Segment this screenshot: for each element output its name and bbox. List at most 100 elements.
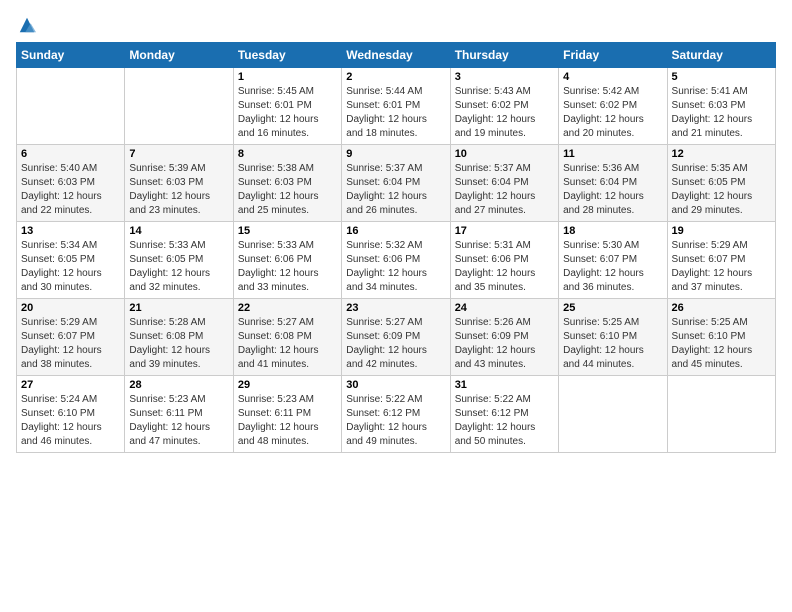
day-number: 26 bbox=[672, 302, 771, 314]
day-number: 19 bbox=[672, 225, 771, 237]
calendar-week-row: 20Sunrise: 5:29 AMSunset: 6:07 PMDayligh… bbox=[17, 299, 776, 376]
day-info: Sunrise: 5:28 AMSunset: 6:08 PMDaylight:… bbox=[129, 316, 228, 372]
day-number: 18 bbox=[563, 225, 662, 237]
calendar-cell: 3 Sunrise: 5:43 AMSunset: 6:02 PMDaylight… bbox=[450, 68, 558, 145]
day-info: Sunrise: 5:44 AMSunset: 6:01 PMDaylight:… bbox=[346, 85, 445, 141]
day-info: Sunrise: 5:42 AMSunset: 6:02 PMDaylight:… bbox=[563, 85, 662, 141]
day-info: Sunrise: 5:23 AMSunset: 6:11 PMDaylight:… bbox=[238, 393, 337, 449]
day-info: Sunrise: 5:30 AMSunset: 6:07 PMDaylight:… bbox=[563, 239, 662, 295]
day-number: 29 bbox=[238, 379, 337, 391]
day-number: 8 bbox=[238, 148, 337, 160]
logo-icon bbox=[18, 16, 36, 34]
day-number: 1 bbox=[238, 71, 337, 83]
calendar-cell: 14Sunrise: 5:33 AMSunset: 6:05 PMDayligh… bbox=[125, 222, 233, 299]
day-info: Sunrise: 5:35 AMSunset: 6:05 PMDaylight:… bbox=[672, 162, 771, 218]
calendar-day-header: Wednesday bbox=[342, 43, 450, 68]
calendar-cell: 29 Sunrise: 5:23 AMSunset: 6:11 PMDayligh… bbox=[233, 376, 341, 453]
page-header bbox=[16, 16, 776, 30]
day-number: 21 bbox=[129, 302, 228, 314]
day-info: Sunrise: 5:36 AMSunset: 6:04 PMDaylight:… bbox=[563, 162, 662, 218]
calendar-cell: 19Sunrise: 5:29 AMSunset: 6:07 PMDayligh… bbox=[667, 222, 775, 299]
day-info: Sunrise: 5:43 AMSunset: 6:02 PMDaylight:… bbox=[455, 85, 554, 141]
calendar-cell: 13 Sunrise: 5:34 AMSunset: 6:05 PMDayligh… bbox=[17, 222, 125, 299]
calendar-cell: 10Sunrise: 5:37 AMSunset: 6:04 PMDayligh… bbox=[450, 145, 558, 222]
day-number: 16 bbox=[346, 225, 445, 237]
day-number: 22 bbox=[238, 302, 337, 314]
calendar-cell: 22 Sunrise: 5:27 AMSunset: 6:08 PMDayligh… bbox=[233, 299, 341, 376]
calendar-day-header: Sunday bbox=[17, 43, 125, 68]
day-number: 31 bbox=[455, 379, 554, 391]
day-info: Sunrise: 5:39 AMSunset: 6:03 PMDaylight:… bbox=[129, 162, 228, 218]
calendar-cell: 25 Sunrise: 5:25 AMSunset: 6:10 PMDayligh… bbox=[559, 299, 667, 376]
day-info: Sunrise: 5:41 AMSunset: 6:03 PMDaylight:… bbox=[672, 85, 771, 141]
calendar-cell: 31 Sunrise: 5:22 AMSunset: 6:12 PMDayligh… bbox=[450, 376, 558, 453]
calendar-week-row: 27 Sunrise: 5:24 AMSunset: 6:10 PMDayligh… bbox=[17, 376, 776, 453]
calendar-table: SundayMondayTuesdayWednesdayThursdayFrid… bbox=[16, 42, 776, 453]
calendar-cell: 15 Sunrise: 5:33 AMSunset: 6:06 PMDayligh… bbox=[233, 222, 341, 299]
calendar-cell: 20Sunrise: 5:29 AMSunset: 6:07 PMDayligh… bbox=[17, 299, 125, 376]
calendar-cell bbox=[559, 376, 667, 453]
day-number: 15 bbox=[238, 225, 337, 237]
calendar-cell: 12 Sunrise: 5:35 AMSunset: 6:05 PMDayligh… bbox=[667, 145, 775, 222]
day-number: 5 bbox=[672, 71, 771, 83]
day-info: Sunrise: 5:22 AMSunset: 6:12 PMDaylight:… bbox=[346, 393, 445, 449]
day-number: 12 bbox=[672, 148, 771, 160]
calendar-cell bbox=[667, 376, 775, 453]
day-info: Sunrise: 5:34 AMSunset: 6:05 PMDaylight:… bbox=[21, 239, 120, 295]
day-info: Sunrise: 5:26 AMSunset: 6:09 PMDaylight:… bbox=[455, 316, 554, 372]
day-number: 14 bbox=[129, 225, 228, 237]
day-info: Sunrise: 5:37 AMSunset: 6:04 PMDaylight:… bbox=[346, 162, 445, 218]
day-number: 30 bbox=[346, 379, 445, 391]
calendar-cell: 18 Sunrise: 5:30 AMSunset: 6:07 PMDayligh… bbox=[559, 222, 667, 299]
calendar-cell: 23Sunrise: 5:27 AMSunset: 6:09 PMDayligh… bbox=[342, 299, 450, 376]
calendar-cell: 26 Sunrise: 5:25 AMSunset: 6:10 PMDayligh… bbox=[667, 299, 775, 376]
calendar-cell: 1 Sunrise: 5:45 AMSunset: 6:01 PMDaylight… bbox=[233, 68, 341, 145]
day-number: 3 bbox=[455, 71, 554, 83]
calendar-cell: 6Sunrise: 5:40 AMSunset: 6:03 PMDaylight… bbox=[17, 145, 125, 222]
day-info: Sunrise: 5:38 AMSunset: 6:03 PMDaylight:… bbox=[238, 162, 337, 218]
calendar-cell bbox=[17, 68, 125, 145]
day-number: 9 bbox=[346, 148, 445, 160]
day-info: Sunrise: 5:45 AMSunset: 6:01 PMDaylight:… bbox=[238, 85, 337, 141]
calendar-cell: 11 Sunrise: 5:36 AMSunset: 6:04 PMDayligh… bbox=[559, 145, 667, 222]
calendar-cell: 27 Sunrise: 5:24 AMSunset: 6:10 PMDayligh… bbox=[17, 376, 125, 453]
day-number: 28 bbox=[129, 379, 228, 391]
day-number: 20 bbox=[21, 302, 120, 314]
day-info: Sunrise: 5:27 AMSunset: 6:08 PMDaylight:… bbox=[238, 316, 337, 372]
day-info: Sunrise: 5:33 AMSunset: 6:06 PMDaylight:… bbox=[238, 239, 337, 295]
calendar-body: 1 Sunrise: 5:45 AMSunset: 6:01 PMDaylight… bbox=[17, 68, 776, 453]
day-number: 25 bbox=[563, 302, 662, 314]
calendar-cell: 28 Sunrise: 5:23 AMSunset: 6:11 PMDayligh… bbox=[125, 376, 233, 453]
calendar-day-header: Thursday bbox=[450, 43, 558, 68]
calendar-day-header: Saturday bbox=[667, 43, 775, 68]
day-number: 2 bbox=[346, 71, 445, 83]
calendar-cell bbox=[125, 68, 233, 145]
calendar-cell: 30 Sunrise: 5:22 AMSunset: 6:12 PMDayligh… bbox=[342, 376, 450, 453]
day-number: 27 bbox=[21, 379, 120, 391]
calendar-cell: 24 Sunrise: 5:26 AMSunset: 6:09 PMDayligh… bbox=[450, 299, 558, 376]
calendar-cell: 9 Sunrise: 5:37 AMSunset: 6:04 PMDaylight… bbox=[342, 145, 450, 222]
day-number: 4 bbox=[563, 71, 662, 83]
calendar-week-row: 1 Sunrise: 5:45 AMSunset: 6:01 PMDaylight… bbox=[17, 68, 776, 145]
calendar-cell: 16Sunrise: 5:32 AMSunset: 6:06 PMDayligh… bbox=[342, 222, 450, 299]
day-info: Sunrise: 5:23 AMSunset: 6:11 PMDaylight:… bbox=[129, 393, 228, 449]
day-number: 17 bbox=[455, 225, 554, 237]
calendar-cell: 17Sunrise: 5:31 AMSunset: 6:06 PMDayligh… bbox=[450, 222, 558, 299]
calendar-cell: 4 Sunrise: 5:42 AMSunset: 6:02 PMDaylight… bbox=[559, 68, 667, 145]
day-info: Sunrise: 5:40 AMSunset: 6:03 PMDaylight:… bbox=[21, 162, 120, 218]
day-number: 24 bbox=[455, 302, 554, 314]
day-info: Sunrise: 5:25 AMSunset: 6:10 PMDaylight:… bbox=[563, 316, 662, 372]
calendar-cell: 7Sunrise: 5:39 AMSunset: 6:03 PMDaylight… bbox=[125, 145, 233, 222]
calendar-cell: 8 Sunrise: 5:38 AMSunset: 6:03 PMDaylight… bbox=[233, 145, 341, 222]
day-number: 13 bbox=[21, 225, 120, 237]
day-info: Sunrise: 5:24 AMSunset: 6:10 PMDaylight:… bbox=[21, 393, 120, 449]
day-info: Sunrise: 5:25 AMSunset: 6:10 PMDaylight:… bbox=[672, 316, 771, 372]
day-info: Sunrise: 5:22 AMSunset: 6:12 PMDaylight:… bbox=[455, 393, 554, 449]
logo bbox=[16, 16, 36, 30]
day-number: 10 bbox=[455, 148, 554, 160]
calendar-header-row: SundayMondayTuesdayWednesdayThursdayFrid… bbox=[17, 43, 776, 68]
calendar-cell: 2 Sunrise: 5:44 AMSunset: 6:01 PMDaylight… bbox=[342, 68, 450, 145]
day-number: 11 bbox=[563, 148, 662, 160]
calendar-week-row: 6Sunrise: 5:40 AMSunset: 6:03 PMDaylight… bbox=[17, 145, 776, 222]
calendar-day-header: Tuesday bbox=[233, 43, 341, 68]
